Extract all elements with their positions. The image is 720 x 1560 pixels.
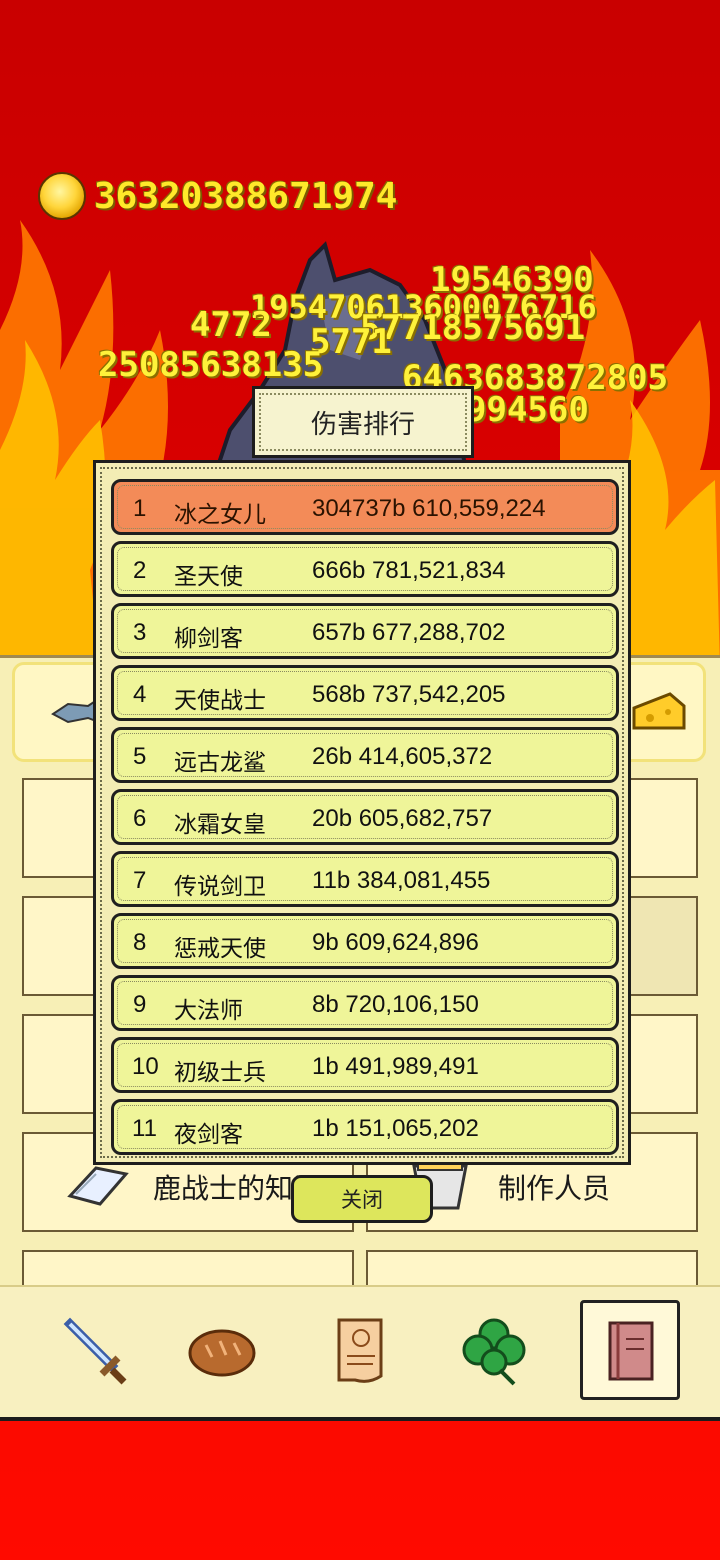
damage-score: 20b 605,682,757 — [312, 805, 493, 832]
rank-number: 3 — [133, 619, 147, 646]
ranking-row: 1 冰之女儿 304737b 610,559,224 — [111, 479, 619, 535]
ranking-title-tab: 伤害排行 — [252, 386, 474, 458]
damage-score: 1b 491,989,491 — [312, 1053, 479, 1080]
ranking-row: 9 大法师 8b 720,106,150 — [111, 975, 619, 1031]
damage-score: 1b 151,065,202 — [312, 1115, 479, 1142]
hero-name: 远古龙鲨 — [174, 750, 266, 776]
ranking-row: 10 初级士兵 1b 491,989,491 — [111, 1037, 619, 1093]
rank-number: 7 — [133, 867, 147, 894]
rank-number: 9 — [133, 991, 147, 1018]
menu-slot[interactable] — [628, 778, 698, 878]
ranking-row: 2 圣天使 666b 781,521,834 — [111, 541, 619, 597]
damage-score: 568b 737,542,205 — [312, 681, 506, 708]
sword-icon — [63, 1317, 127, 1385]
menu-slot[interactable] — [22, 778, 102, 878]
ranking-row: 4 天使战士 568b 737,542,205 — [111, 665, 619, 721]
rank-number: 8 — [133, 929, 147, 956]
clover-icon — [462, 1318, 526, 1386]
ranking-row: 6 冰霜女皇 20b 605,682,757 — [111, 789, 619, 845]
menu-slot[interactable] — [22, 1014, 102, 1114]
damage-ranking-dialog: 1 冰之女儿 304737b 610,559,224 2 圣天使 666b 78… — [93, 460, 631, 1165]
close-button[interactable]: 关闭 — [291, 1175, 433, 1223]
ranking-row: 3 柳剑客 657b 677,288,702 — [111, 603, 619, 659]
hero-name: 传说剑卫 — [174, 874, 266, 900]
damage-score: 657b 677,288,702 — [312, 619, 506, 646]
ranking-row: 8 惩戒天使 9b 609,624,896 — [111, 913, 619, 969]
hero-name: 圣天使 — [174, 564, 243, 590]
nav-bread[interactable] — [172, 1300, 272, 1400]
damage-number: 994560 — [466, 390, 589, 430]
hero-name: 冰霜女皇 — [174, 812, 266, 838]
rank-number: 1 — [133, 495, 147, 522]
hero-name: 柳剑客 — [174, 626, 243, 652]
damage-score: 666b 781,521,834 — [312, 557, 506, 584]
nav-book[interactable] — [580, 1300, 680, 1400]
gold-amount: 36320388671974 — [94, 175, 398, 217]
hero-name: 大法师 — [174, 998, 243, 1024]
damage-score: 304737b 610,559,224 — [312, 495, 546, 522]
ranking-row: 5 远古龙鲨 26b 414,605,372 — [111, 727, 619, 783]
open-book-icon — [66, 1160, 130, 1214]
nav-sword[interactable] — [42, 1300, 142, 1400]
nav-scroll[interactable] — [310, 1300, 410, 1400]
rank-number: 11 — [132, 1115, 157, 1142]
rank-number: 5 — [133, 743, 147, 770]
damage-score: 9b 609,624,896 — [312, 929, 479, 956]
ranking-row: 7 传说剑卫 11b 384,081,455 — [111, 851, 619, 907]
menu-slot[interactable] — [628, 896, 698, 996]
menu-slot[interactable] — [628, 1014, 698, 1114]
scroll-icon — [337, 1318, 383, 1383]
rank-number: 6 — [133, 805, 147, 832]
hero-name: 冰之女儿 — [174, 502, 266, 528]
gold-counter: 36320388671974 — [38, 172, 397, 220]
hero-name: 初级士兵 — [174, 1060, 266, 1086]
cheese-icon[interactable] — [630, 688, 688, 736]
damage-number: 4772 — [190, 305, 272, 345]
rank-number: 2 — [133, 557, 147, 584]
damage-score: 26b 414,605,372 — [312, 743, 493, 770]
rank-number: 4 — [133, 681, 147, 708]
damage-score: 11b 384,081,455 — [312, 867, 491, 894]
nav-clover[interactable] — [444, 1300, 544, 1400]
book-icon — [608, 1321, 654, 1381]
bread-icon — [188, 1329, 256, 1377]
damage-score: 8b 720,106,150 — [312, 991, 479, 1018]
damage-number: 57718575691 — [360, 308, 586, 348]
rank-number: 10 — [132, 1053, 159, 1080]
damage-number: 25085638135 — [98, 345, 324, 385]
hero-name: 惩戒天使 — [174, 936, 266, 962]
ranking-row: 11 夜剑客 1b 151,065,202 — [111, 1099, 619, 1155]
ranking-title: 伤害排行 — [310, 409, 415, 440]
credits-label: 制作人员 — [498, 1172, 611, 1205]
hero-name: 夜剑客 — [174, 1122, 243, 1148]
menu-slot[interactable] — [22, 896, 102, 996]
hero-name: 天使战士 — [174, 688, 266, 714]
gold-coin-icon — [38, 172, 86, 220]
